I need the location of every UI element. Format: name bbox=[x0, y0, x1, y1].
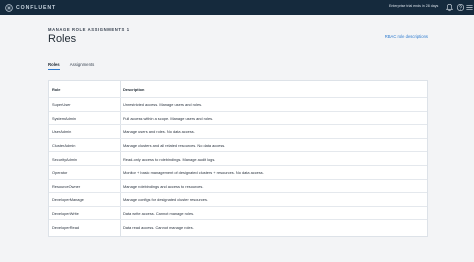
tab-roles[interactable]: Roles bbox=[48, 62, 60, 71]
confluent-logo-icon bbox=[5, 3, 13, 12]
tab-assignments[interactable]: Assignments bbox=[70, 62, 95, 71]
menu-icon[interactable] bbox=[465, 3, 474, 12]
table-row[interactable]: DeveloperManage Manage configs for desig… bbox=[49, 192, 427, 207]
table-row[interactable]: SystemAdmin Full access within a scope. … bbox=[49, 110, 427, 126]
role-description: Manage users and roles. No data access. bbox=[123, 129, 195, 135]
logo-text: CONFLUENT bbox=[16, 4, 57, 11]
breadcrumb[interactable]: MANAGE ROLE ASSIGNMENTS 1 bbox=[48, 27, 428, 32]
role-description: Unrestricted access. Manage users and ro… bbox=[123, 102, 203, 108]
role-description: Monitor + basic management of designated… bbox=[123, 170, 264, 176]
role-description: Data write access. Cannot manage roles. bbox=[123, 211, 195, 217]
column-header-role[interactable]: Role bbox=[49, 87, 120, 92]
role-name: SuperUser bbox=[52, 102, 71, 108]
rbac-role-descriptions-link[interactable]: RBAC role descriptions bbox=[385, 34, 428, 39]
table-header: Role Description bbox=[49, 81, 427, 97]
page-bottom-area bbox=[0, 241, 474, 262]
role-name: DeveloperRead bbox=[52, 224, 80, 230]
role-description: Full access within a scope. Manage users… bbox=[123, 115, 214, 121]
role-name: UserAdmin bbox=[52, 129, 72, 135]
table-row[interactable]: UserAdmin Manage users and roles. No dat… bbox=[49, 124, 427, 139]
table-row[interactable]: DeveloperWrite Data write access. Cannot… bbox=[49, 205, 427, 221]
table-row[interactable]: ResourceOwner Manage rolebindings and ac… bbox=[49, 178, 427, 194]
top-navigation-bar: CONFLUENT Enterprise trial ends in 28 da… bbox=[0, 0, 474, 15]
trial-notice[interactable]: Enterprise trial ends in 28 days bbox=[389, 4, 438, 8]
help-icon[interactable] bbox=[456, 3, 465, 12]
role-description: Read-only access to rolebindings. Manage… bbox=[123, 156, 216, 162]
page-title: Roles bbox=[48, 33, 77, 45]
role-description: Data read access. Cannot manage roles. bbox=[123, 224, 194, 230]
role-description: Manage configs for designated cluster re… bbox=[123, 197, 208, 203]
role-description: Manage rolebindings and access to resour… bbox=[123, 183, 204, 189]
table-row[interactable]: SecurityAdmin Read-only access to rolebi… bbox=[49, 151, 427, 166]
role-description: Manage clusters and all related resource… bbox=[123, 143, 226, 149]
role-name: ClusterAdmin bbox=[52, 143, 76, 149]
column-header-description[interactable]: Description bbox=[120, 87, 144, 92]
role-name: ResourceOwner bbox=[52, 183, 81, 189]
bell-icon[interactable] bbox=[445, 3, 454, 12]
roles-table: Role Description SuperUser Unrestricted … bbox=[48, 80, 428, 237]
table-row[interactable]: Operator Monitor + basic management of d… bbox=[49, 165, 427, 180]
role-name: SystemAdmin bbox=[52, 115, 76, 121]
page-header: MANAGE ROLE ASSIGNMENTS 1 Roles RBAC rol… bbox=[48, 27, 428, 45]
role-name: DeveloperManage bbox=[52, 197, 84, 203]
confluent-logo[interactable]: CONFLUENT bbox=[5, 3, 57, 12]
role-name: DeveloperWrite bbox=[52, 211, 79, 217]
table-row[interactable]: SuperUser Unrestricted access. Manage us… bbox=[49, 97, 427, 112]
table-row[interactable]: ClusterAdmin Manage clusters and all rel… bbox=[49, 137, 427, 153]
role-name: SecurityAdmin bbox=[52, 156, 78, 162]
tab-bar: Roles Assignments bbox=[48, 62, 104, 71]
table-row[interactable]: DeveloperRead Data read access. Cannot m… bbox=[49, 219, 427, 234]
role-name: Operator bbox=[52, 170, 68, 176]
